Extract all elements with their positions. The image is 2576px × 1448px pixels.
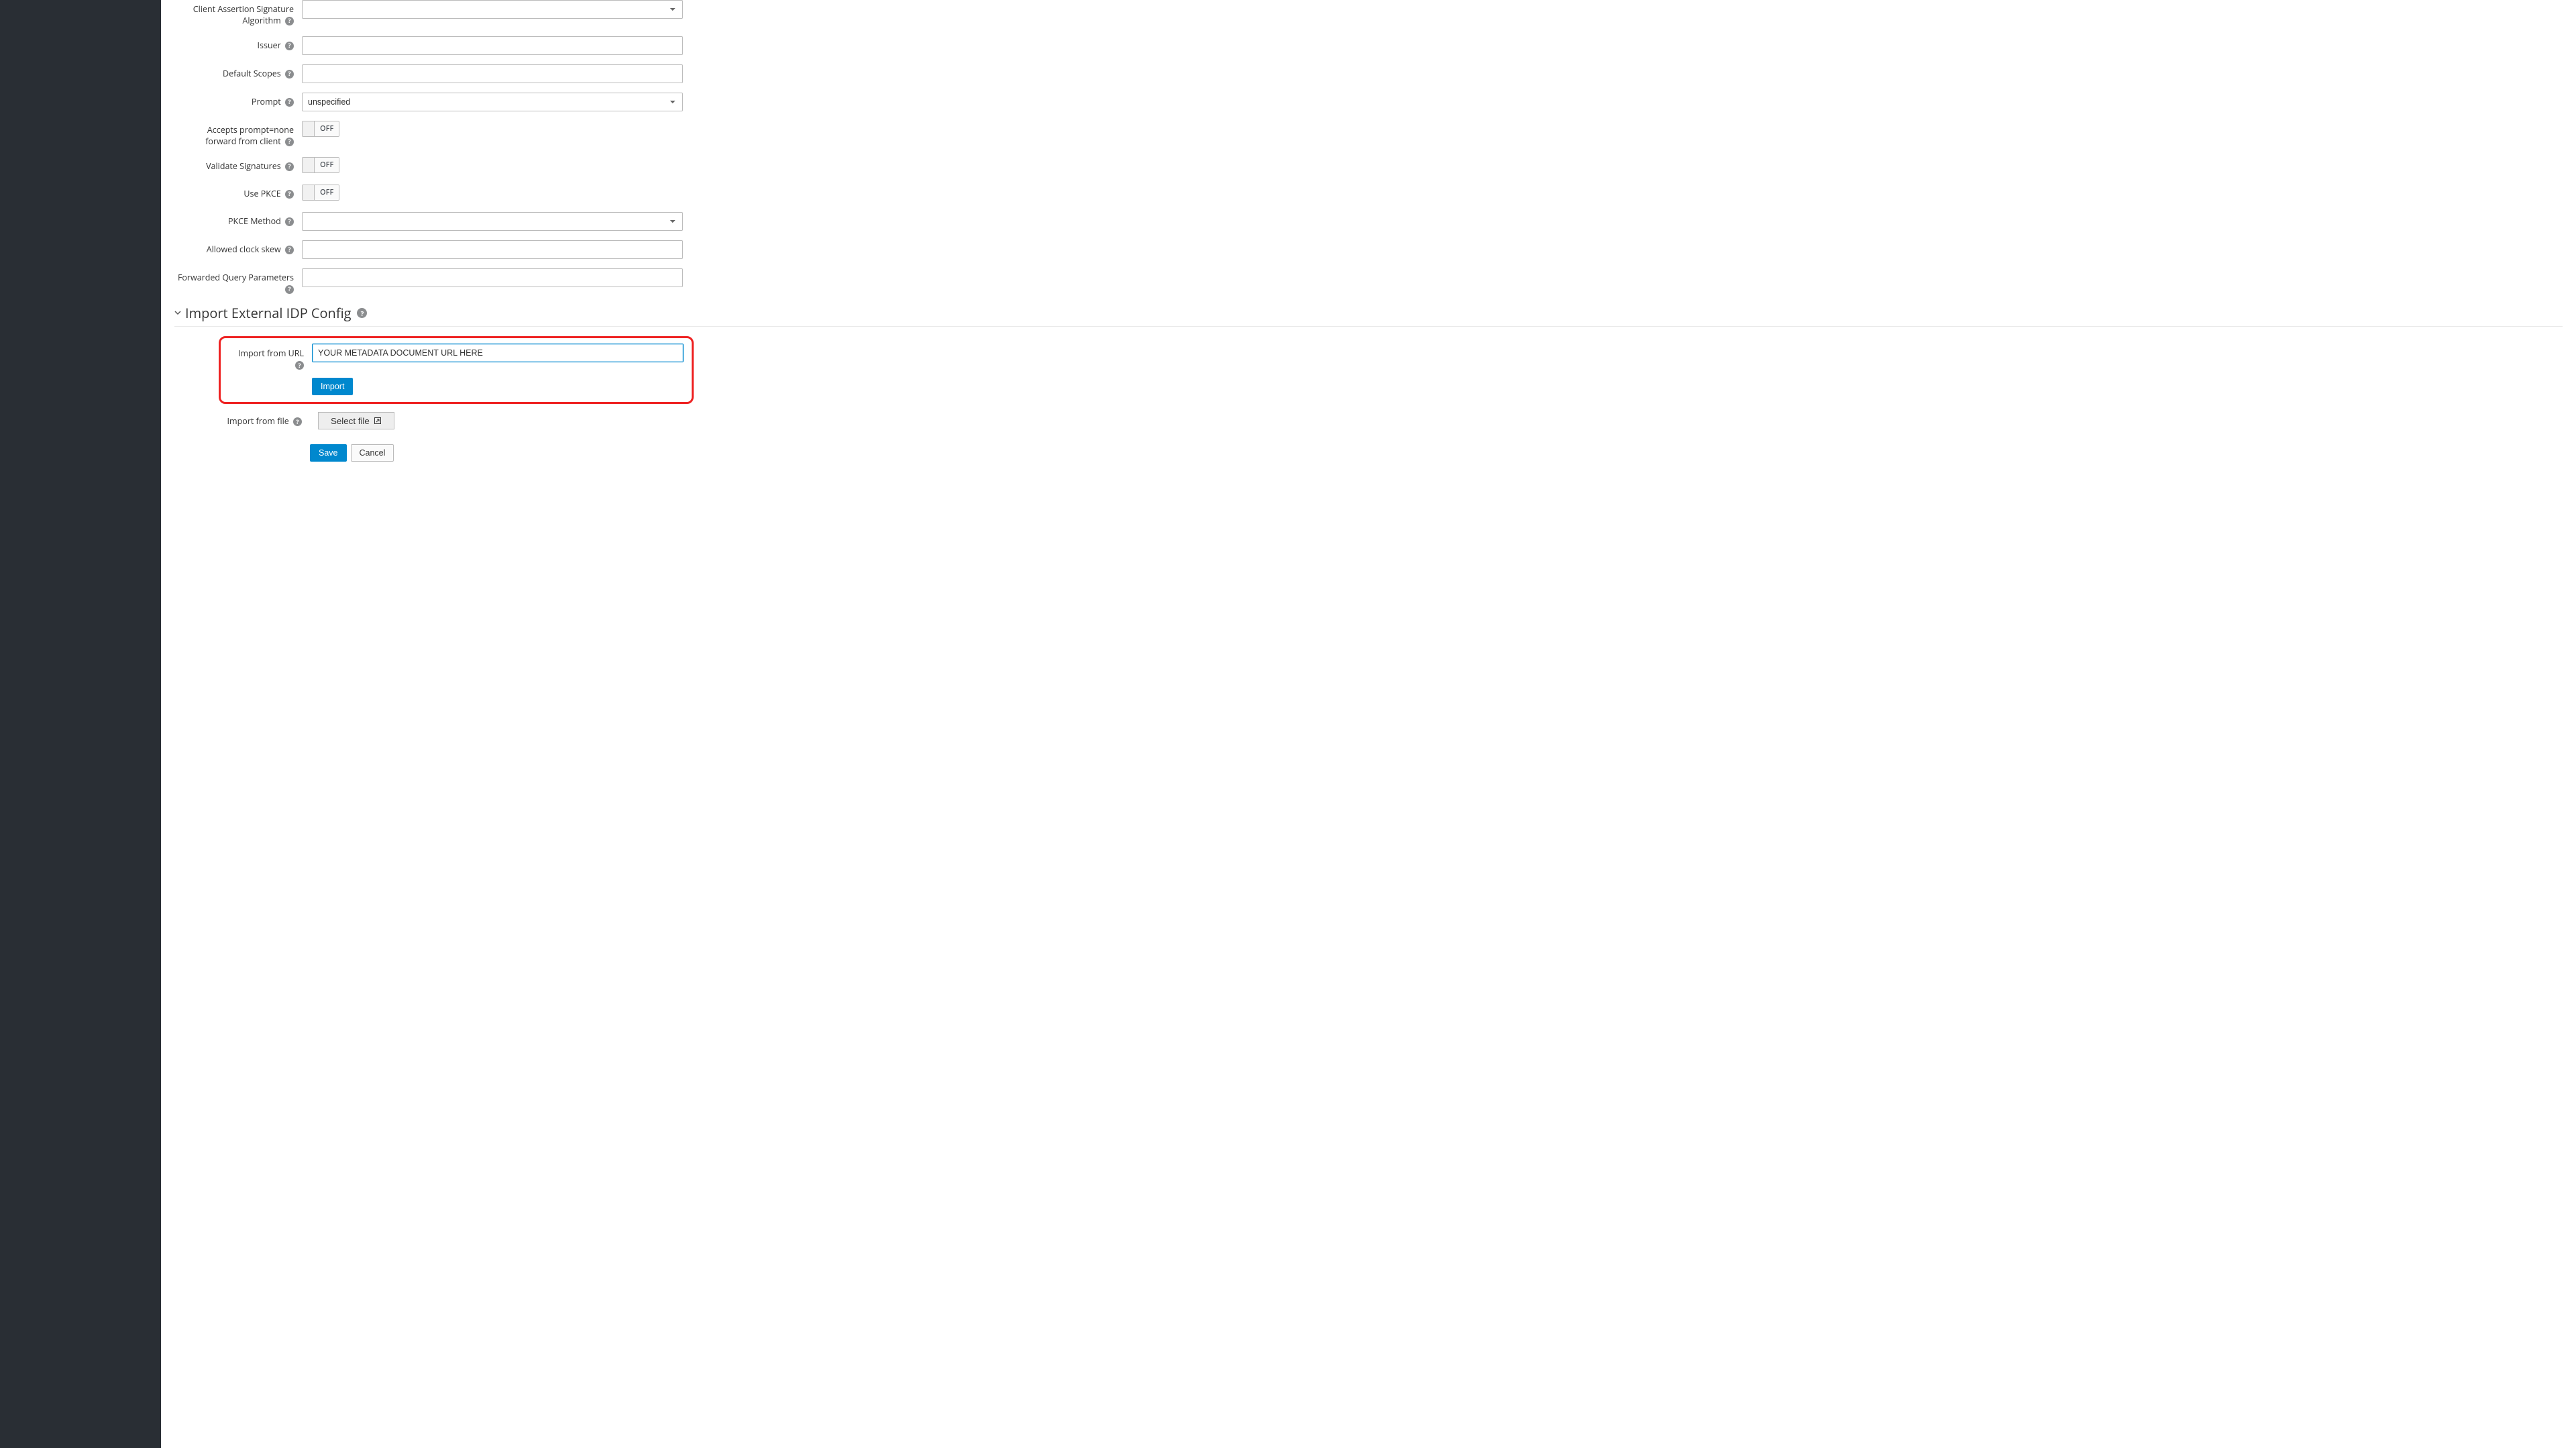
input-default-scopes[interactable] [302, 64, 683, 83]
help-icon[interactable]: ? [285, 190, 294, 199]
label-prompt: Prompt ? [174, 93, 302, 108]
help-icon[interactable]: ? [357, 308, 367, 318]
label-forwarded-query-params: Forwarded Query Parameters ? [174, 268, 302, 295]
label-text: Allowed clock skew [207, 244, 281, 255]
import-button[interactable]: Import [312, 378, 353, 395]
label-text: Accepts prompt=none forward from client [205, 124, 294, 147]
toggle-state: OFF [315, 121, 339, 136]
row-issuer: Issuer ? [174, 36, 2563, 55]
label-client-assertion-sig-alg: Client Assertion Signature Algorithm ? [174, 0, 302, 27]
label-accepts-prompt-none: Accepts prompt=none forward from client … [174, 121, 302, 148]
row-import-from-url: Import from URL ? [227, 344, 685, 371]
input-issuer[interactable] [302, 36, 683, 55]
help-icon[interactable]: ? [285, 42, 294, 50]
row-forwarded-query-params: Forwarded Query Parameters ? [174, 268, 2563, 295]
toggle-use-pkce[interactable]: OFF [302, 185, 339, 201]
label-text: Issuer [258, 40, 281, 51]
input-import-from-url[interactable] [312, 344, 684, 362]
highlight-import-from-url: Import from URL ? Import [219, 336, 694, 404]
row-actions: Save Cancel [225, 444, 2563, 462]
label-text: Import from URL [238, 348, 304, 359]
toggle-accepts-prompt-none[interactable]: OFF [302, 121, 339, 137]
help-icon[interactable]: ? [293, 417, 302, 426]
input-forwarded-query-params[interactable] [302, 268, 683, 287]
label-text: Import from file [227, 415, 289, 427]
toggle-validate-signatures[interactable]: OFF [302, 157, 339, 173]
toggle-state: OFF [315, 185, 339, 200]
row-accepts-prompt-none: Accepts prompt=none forward from client … [174, 121, 2563, 148]
label-text: Forwarded Query Parameters [178, 272, 294, 283]
label-validate-signatures: Validate Signatures ? [174, 157, 302, 172]
help-icon[interactable]: ? [295, 361, 304, 370]
label-text: Client Assertion Signature Algorithm [193, 3, 294, 26]
help-icon[interactable]: ? [285, 70, 294, 79]
section-divider [174, 326, 2563, 327]
label-issuer: Issuer ? [174, 36, 302, 52]
toggle-knob [303, 121, 315, 136]
help-icon[interactable]: ? [285, 162, 294, 171]
help-icon[interactable]: ? [285, 285, 294, 294]
main-content: Client Assertion Signature Algorithm ? I… [161, 0, 2576, 1448]
label-text: Validate Signatures [206, 160, 281, 172]
row-prompt: Prompt ? unspecified [174, 93, 2563, 111]
help-icon[interactable]: ? [285, 138, 294, 146]
label-text: Use PKCE [244, 188, 280, 199]
label-text: PKCE Method [228, 215, 281, 227]
label-text: Default Scopes [223, 68, 281, 79]
select-prompt[interactable]: unspecified [302, 93, 683, 111]
sidebar-nav [0, 0, 161, 1448]
label-use-pkce: Use PKCE ? [174, 185, 302, 200]
input-allowed-clock-skew[interactable] [302, 240, 683, 259]
select-pkce-method[interactable] [302, 212, 683, 231]
toggle-knob [303, 185, 315, 200]
select-file-button[interactable]: Select file [318, 412, 394, 429]
row-pkce-method: PKCE Method ? [174, 212, 2563, 231]
label-import-from-file: Import from file ? [225, 412, 310, 427]
label-import-from-url: Import from URL ? [227, 344, 312, 371]
label-allowed-clock-skew: Allowed clock skew ? [174, 240, 302, 256]
row-client-assertion-sig-alg: Client Assertion Signature Algorithm ? [174, 0, 2563, 27]
row-validate-signatures: Validate Signatures ? OFF [174, 157, 2563, 175]
help-icon[interactable]: ? [285, 17, 294, 25]
section-title: Import External IDP Config [185, 304, 351, 322]
row-default-scopes: Default Scopes ? [174, 64, 2563, 83]
help-icon[interactable]: ? [285, 246, 294, 254]
row-import-from-file: Import from file ? Select file [225, 412, 2563, 429]
toggle-knob [303, 158, 315, 172]
select-client-assertion-sig-alg[interactable] [302, 0, 683, 19]
section-header-import-idp[interactable]: Import External IDP Config ? [174, 304, 2563, 322]
cancel-button[interactable]: Cancel [351, 444, 394, 462]
spacer [225, 444, 310, 448]
spacer [227, 378, 312, 382]
toggle-state: OFF [315, 158, 339, 172]
help-icon[interactable]: ? [285, 98, 294, 107]
upload-file-icon [374, 417, 382, 425]
label-default-scopes: Default Scopes ? [174, 64, 302, 80]
label-pkce-method: PKCE Method ? [174, 212, 302, 227]
row-use-pkce: Use PKCE ? OFF [174, 185, 2563, 203]
row-allowed-clock-skew: Allowed clock skew ? [174, 240, 2563, 259]
row-import-button: Import [227, 378, 685, 395]
chevron-down-icon [174, 307, 181, 319]
help-icon[interactable]: ? [285, 217, 294, 226]
save-button[interactable]: Save [310, 444, 347, 462]
select-file-label: Select file [331, 416, 370, 426]
label-text: Prompt [252, 96, 281, 107]
